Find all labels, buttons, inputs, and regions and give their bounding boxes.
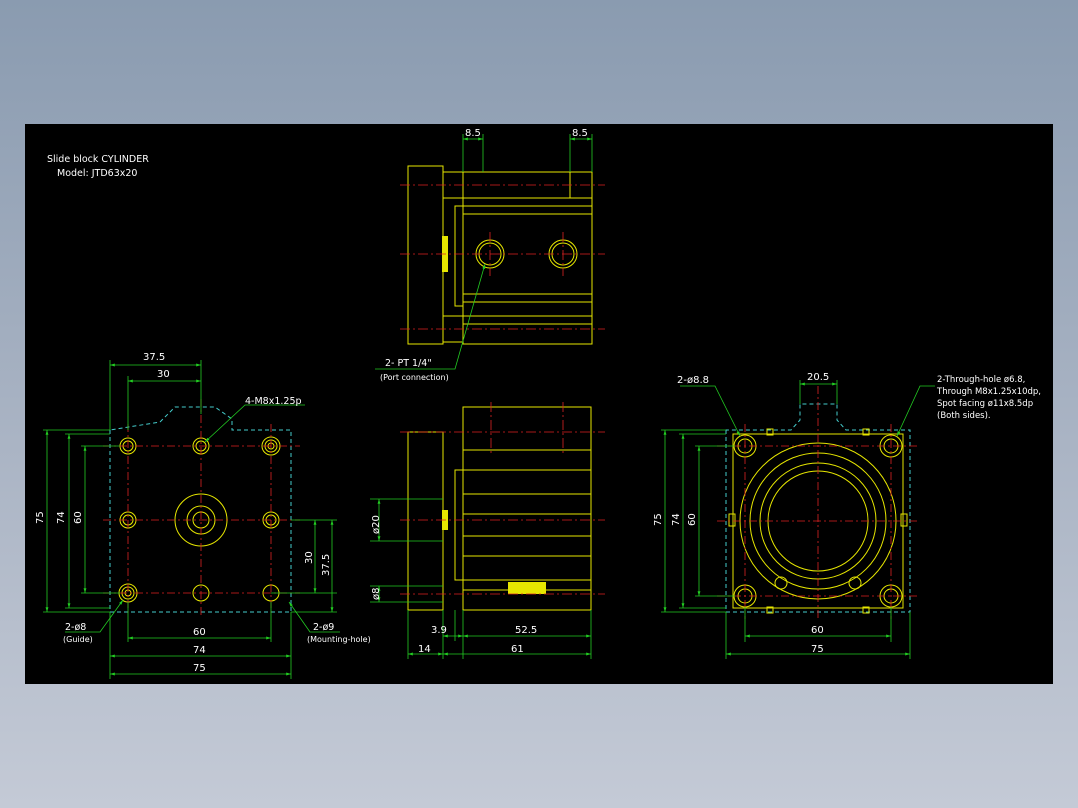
dim-8-5-left: 8.5 <box>465 128 481 139</box>
note-line-1: 2-Through-hole ø6.8, <box>937 375 1025 385</box>
left-view-centerlines <box>103 399 300 616</box>
dim-14: 14 <box>418 644 431 655</box>
dim-52-5: 52.5 <box>515 625 537 636</box>
dim-60-right-left: 60 <box>687 513 698 526</box>
dim-37-5-top: 37.5 <box>143 352 165 363</box>
right-view-centerlines <box>717 386 920 619</box>
dim-74-right-left: 74 <box>671 513 682 526</box>
dim-75-right-bottom: 75 <box>811 644 824 655</box>
dim-phi8: ø8 <box>371 588 382 600</box>
top-view <box>407 165 593 345</box>
port-note: (Port connection) <box>380 373 449 382</box>
dim-60-left: 60 <box>73 511 84 524</box>
left-view-dimensions <box>43 360 340 679</box>
dim-75-bottom: 75 <box>193 663 206 674</box>
dim-8-5-right: 8.5 <box>572 128 588 139</box>
mount-note: (Mounting-hole) <box>307 635 371 644</box>
dim-74-left: 74 <box>56 511 67 524</box>
dim-75-right-left: 75 <box>653 513 664 526</box>
title-line-1: Slide block CYLINDER <box>47 154 149 165</box>
dim-3-9: 3.9 <box>431 625 447 636</box>
side-view-end-plate <box>407 431 444 611</box>
side-view <box>407 406 592 611</box>
port-label: 2- PT 1/4" <box>385 358 432 369</box>
dim-37-5-right: 37.5 <box>321 554 332 576</box>
side-view-centerlines <box>400 402 605 595</box>
dim-30-top: 30 <box>157 369 170 380</box>
guide-note: (Guide) <box>63 635 93 644</box>
right-view-dimensions <box>661 380 935 659</box>
dim-60-bottom: 60 <box>193 627 206 638</box>
side-view-nameplate <box>508 582 546 594</box>
left-view <box>109 406 292 613</box>
note-line-3: Spot facing ø11x8.5dp <box>937 399 1033 409</box>
top-view-end-plate <box>407 165 444 345</box>
title-line-2: Model: JTD63x20 <box>57 168 137 179</box>
dim-75-left: 75 <box>35 511 46 524</box>
side-view-body-step <box>454 469 464 581</box>
side-view-dimensions <box>370 498 592 659</box>
mount-label: 2-ø9 <box>313 622 334 633</box>
dim-20-5: 20.5 <box>807 372 829 383</box>
cad-drawing: Slide block CYLINDER Model: JTD63x20 8.5… <box>35 128 1041 679</box>
guide-label: 2-ø8 <box>65 622 86 633</box>
dim-phi20: ø20 <box>371 515 382 534</box>
right-hole-label: 2-ø8.8 <box>677 375 709 386</box>
thread-label: 4-M8x1.25p <box>245 396 302 407</box>
dim-30-right: 30 <box>304 551 315 564</box>
top-view-centerlines <box>400 184 605 330</box>
drawing-canvas[interactable]: Slide block CYLINDER Model: JTD63x20 8.5… <box>25 124 1053 684</box>
dim-61: 61 <box>511 644 524 655</box>
note-line-4: (Both sides). <box>937 411 991 421</box>
title-block: Slide block CYLINDER Model: JTD63x20 <box>47 154 149 179</box>
dim-74-bottom: 74 <box>193 645 206 656</box>
note-line-2: Through M8x1.25x10dp, <box>936 387 1041 397</box>
dim-60-right-bottom: 60 <box>811 625 824 636</box>
top-view-body-step <box>454 205 464 307</box>
